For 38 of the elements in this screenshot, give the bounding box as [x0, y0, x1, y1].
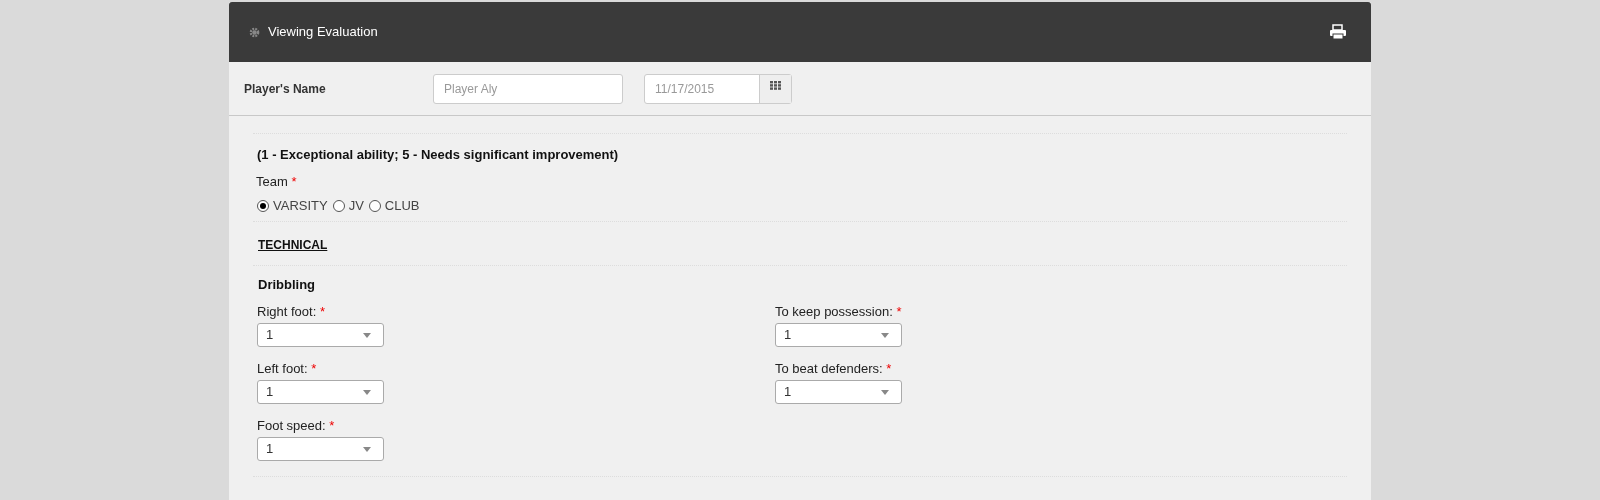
player-name-field[interactable]: Player Aly	[433, 73, 623, 104]
required-marker: *	[329, 418, 335, 433]
caret-icon	[881, 332, 889, 338]
radio-button[interactable]	[257, 200, 269, 212]
field-label: Team	[256, 174, 288, 189]
radio-button[interactable]	[368, 200, 381, 212]
required-marker: *	[886, 361, 892, 376]
required-marker: *	[896, 304, 902, 319]
required-marker: *	[291, 174, 297, 189]
caret-icon	[363, 332, 371, 338]
scale-note: (1 - Exceptional ability; 5 - Needs significant improvement)	[256, 146, 620, 164]
field-label: Player's Name	[244, 80, 327, 98]
rating-select[interactable]: 1	[257, 437, 384, 461]
caret-icon	[363, 389, 371, 395]
window-title: Viewing Evaluation	[268, 23, 378, 42]
radio-button[interactable]	[332, 200, 345, 212]
field-label: To keep possession:	[775, 304, 893, 319]
field-label: Left foot:	[257, 361, 308, 376]
group-heading: Dribbling	[257, 276, 317, 294]
caret-icon	[881, 389, 889, 395]
rating-select[interactable]: 1	[775, 380, 902, 404]
radio-label: VARSITY	[273, 197, 328, 216]
rating-select[interactable]: 1	[257, 380, 384, 404]
required-marker: *	[319, 304, 325, 319]
caret-icon	[363, 446, 371, 452]
required-marker: *	[311, 361, 317, 376]
field-label: To beat defenders:	[775, 361, 883, 376]
field-label: Right foot:	[257, 304, 317, 319]
section-heading: TECHNICAL	[257, 238, 328, 252]
radio-label: JV	[348, 197, 364, 216]
print-icon[interactable]	[1329, 24, 1347, 40]
calendar-button[interactable]	[759, 74, 791, 103]
rating-select[interactable]: 1	[775, 323, 902, 347]
calendar-icon	[770, 80, 781, 90]
gear-icon	[249, 26, 260, 38]
field-label: Foot speed:	[257, 418, 326, 433]
rating-select[interactable]: 1	[257, 323, 384, 347]
radio-label: CLUB	[384, 197, 420, 216]
